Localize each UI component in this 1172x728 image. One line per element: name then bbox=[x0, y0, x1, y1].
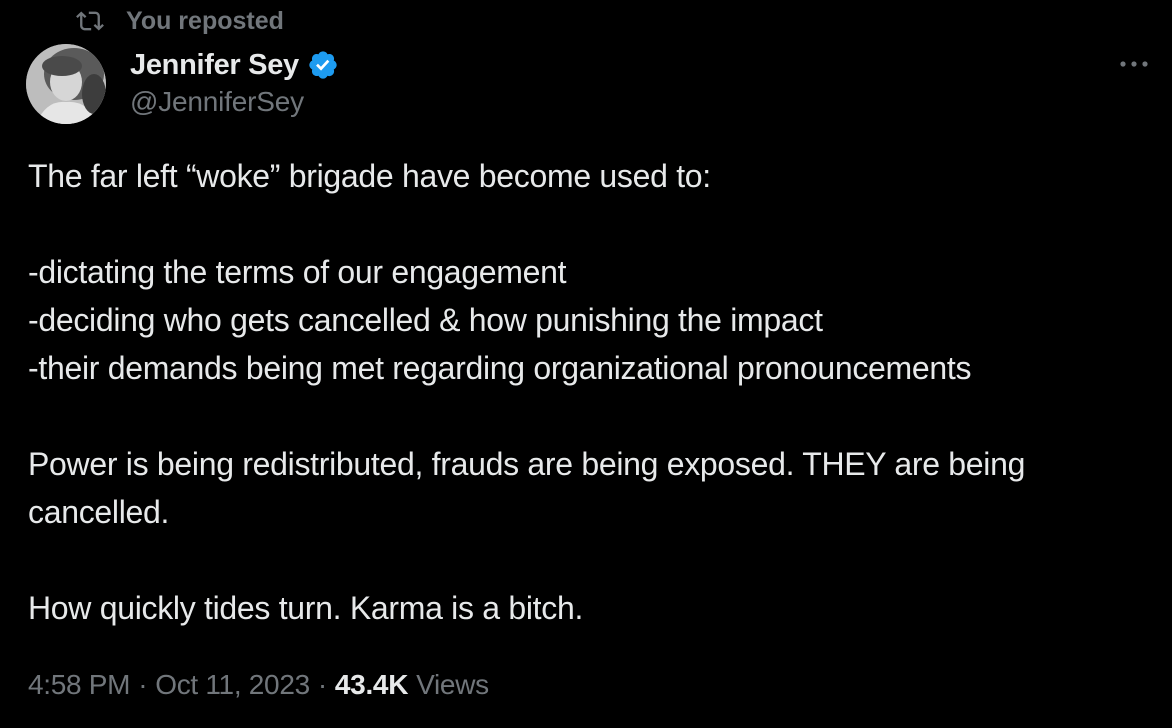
more-options-icon bbox=[1119, 55, 1149, 73]
tweet-text-line: How quickly tides turn. Karma is a bitch… bbox=[28, 590, 584, 626]
repost-indicator: You reposted bbox=[76, 4, 284, 38]
tweet-text-line: The far left “woke” brigade have become … bbox=[28, 158, 711, 194]
separator: · bbox=[138, 669, 148, 700]
tweet-text-line: -dictating the terms of our engagement bbox=[28, 254, 567, 290]
tweet-date[interactable]: Oct 11, 2023 bbox=[155, 669, 310, 701]
tweet-text-line: Power is being redistributed, frauds are… bbox=[28, 446, 1026, 530]
repost-icon bbox=[76, 7, 104, 35]
more-options-button[interactable] bbox=[1114, 48, 1154, 80]
repost-label: You reposted bbox=[126, 6, 284, 35]
views-count[interactable]: 43.4K bbox=[335, 669, 409, 701]
tweet-metadata: 4:58 PM · Oct 11, 2023 · 43.4K Views bbox=[28, 662, 489, 708]
author-display-name[interactable]: Jennifer Sey bbox=[130, 49, 299, 82]
tweet-text-line: -their demands being met regarding organ… bbox=[28, 350, 972, 386]
author-handle[interactable]: @JenniferSey bbox=[130, 86, 304, 118]
author-name-row[interactable]: Jennifer Sey bbox=[130, 45, 339, 85]
tweet-text-line: -deciding who gets cancelled & how punis… bbox=[28, 302, 823, 338]
verified-badge-icon[interactable] bbox=[307, 49, 339, 81]
views-label[interactable]: Views bbox=[416, 669, 489, 701]
tweet-text: The far left “woke” brigade have become … bbox=[28, 152, 1148, 632]
tweet[interactable]: You reposted Jennifer Sey @JenniferSey T… bbox=[0, 0, 1172, 728]
tweet-time[interactable]: 4:58 PM bbox=[28, 669, 130, 701]
separator: · bbox=[317, 669, 327, 700]
avatar[interactable] bbox=[26, 44, 106, 124]
